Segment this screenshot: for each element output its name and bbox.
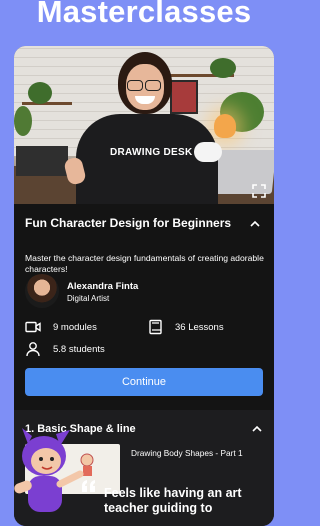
wall-poster <box>170 80 198 114</box>
video-icon <box>25 321 41 333</box>
plant <box>14 106 32 136</box>
presenter-hand <box>194 142 222 162</box>
book-icon <box>149 319 162 335</box>
shelf <box>22 102 72 105</box>
author-role: Digital Artist <box>67 294 110 303</box>
page-headline: Masterclasses <box>36 0 252 29</box>
modules-count: 9 modules <box>53 322 97 333</box>
shirt-text: DRAWING DESK <box>110 147 193 158</box>
fullscreen-icon[interactable] <box>252 184 266 198</box>
author-name: Alexandra Finta <box>67 281 139 292</box>
mascot-character <box>14 428 84 512</box>
continue-button[interactable]: Continue <box>25 368 263 396</box>
glasses <box>127 78 163 91</box>
course-description: Master the character design fundamentals… <box>25 253 264 274</box>
course-title: Fun Character Design for Beginners <box>25 216 232 230</box>
author-avatar <box>25 274 59 308</box>
plant <box>210 58 236 78</box>
lessons-count: 36 Lessons <box>175 322 224 333</box>
monitor <box>16 146 68 176</box>
user-icon <box>26 342 40 357</box>
students-count: 5.8 students <box>53 344 105 355</box>
plant <box>28 82 52 104</box>
lamp <box>214 114 236 138</box>
chevron-up-icon[interactable] <box>248 217 262 231</box>
lesson-title[interactable]: Drawing Body Shapes - Part 1 <box>131 448 243 458</box>
chevron-up-icon[interactable] <box>250 422 264 436</box>
video-player[interactable]: DRAWING DESK <box>14 46 274 204</box>
quote-icon <box>82 480 95 492</box>
